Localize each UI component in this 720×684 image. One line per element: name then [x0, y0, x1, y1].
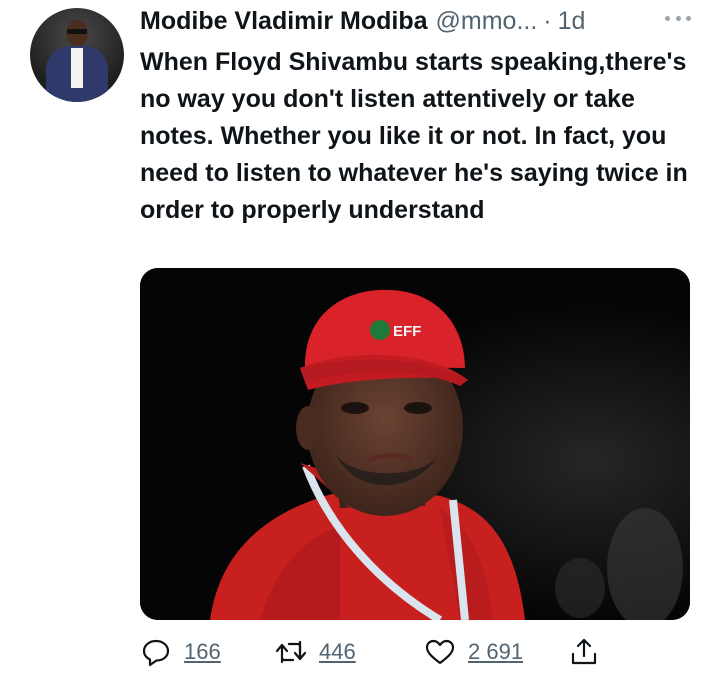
separator-dot: ·: [543, 6, 552, 35]
more-icon[interactable]: [660, 10, 696, 26]
share-button[interactable]: [568, 634, 600, 670]
tweet-text: When Floyd Shivambu starts speaking,ther…: [140, 48, 688, 224]
author-name[interactable]: Modibe Vladimir Modiba: [140, 7, 428, 36]
cap-text: EFF: [393, 323, 421, 340]
reply-count[interactable]: 166: [184, 639, 221, 665]
avatar[interactable]: [30, 8, 124, 102]
retweet-button[interactable]: 446: [275, 634, 356, 670]
retweet-icon: [275, 640, 307, 664]
share-icon: [571, 638, 597, 665]
tweet-media[interactable]: EFF: [140, 268, 690, 620]
retweet-count[interactable]: 446: [319, 639, 356, 665]
reply-button[interactable]: 166: [140, 634, 221, 670]
author-handle[interactable]: @mmo...: [436, 7, 538, 36]
timestamp[interactable]: 1d: [558, 7, 586, 36]
media-photo: EFF: [140, 268, 690, 620]
avatar-shirt: [71, 48, 83, 88]
avatar-glasses: [67, 29, 87, 34]
like-count[interactable]: 2 691: [468, 639, 523, 665]
action-bar: 166 446 2 691: [140, 634, 700, 670]
like-button[interactable]: 2 691: [424, 634, 523, 670]
tweet-header: Modibe Vladimir Modiba @mmo... · 1d: [140, 6, 700, 36]
reply-icon: [142, 639, 170, 667]
heart-icon: [425, 639, 455, 665]
